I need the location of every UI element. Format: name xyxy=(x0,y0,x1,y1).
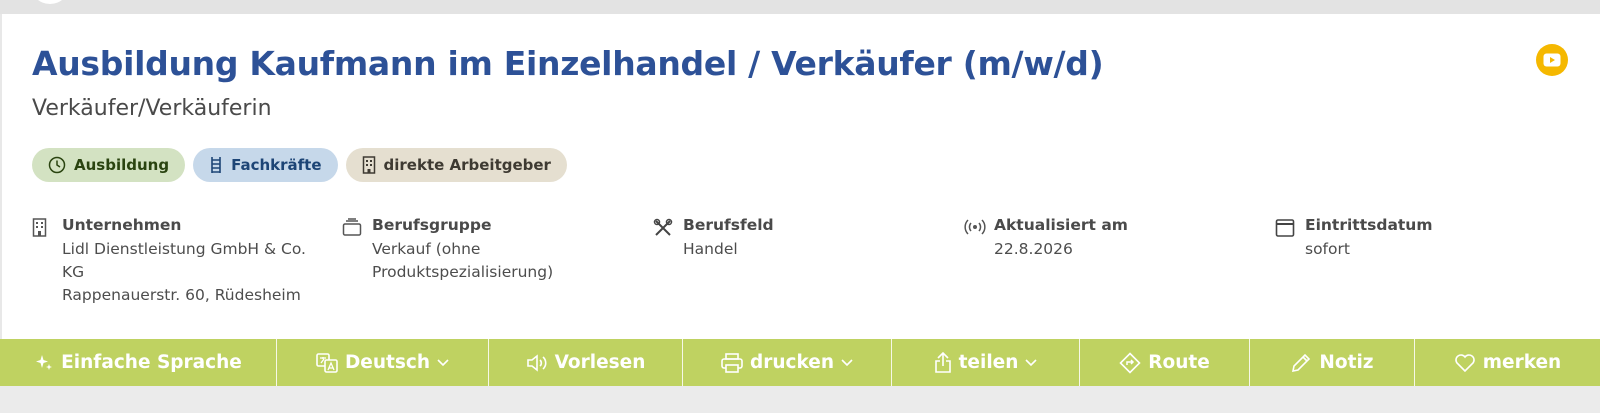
toolbar-label: teilen xyxy=(958,352,1019,373)
toolbar-label: Route xyxy=(1148,352,1210,373)
chevron-down-icon xyxy=(841,358,853,366)
language-dropdown[interactable]: Deutsch xyxy=(277,339,489,386)
print-dropdown[interactable]: drucken xyxy=(683,339,892,386)
chevron-down-icon xyxy=(437,358,449,366)
page-title: Ausbildung Kaufmann im Einzelhandel / Ve… xyxy=(32,44,1104,83)
building-icon xyxy=(32,218,47,237)
toolbar-label: Deutsch xyxy=(344,352,431,373)
note-button[interactable]: Notiz xyxy=(1250,339,1415,386)
heart-icon xyxy=(1454,353,1475,372)
info-label: Berufsfeld xyxy=(683,216,774,234)
toolbar-label: drucken xyxy=(749,352,835,373)
tag-label: direkte Arbeitgeber xyxy=(383,156,551,174)
back-circle[interactable] xyxy=(30,0,70,4)
toolbar-label: Einfache Sprache xyxy=(61,352,242,373)
company-name: Lidl Dienstleistung GmbH & Co. KG xyxy=(62,240,306,281)
company-address: Rappenauerstr. 60, Rüdesheim xyxy=(62,286,301,304)
building-icon xyxy=(362,156,375,174)
tag-ausbildung: Ausbildung xyxy=(32,148,186,182)
directions-icon xyxy=(1119,351,1141,374)
translate-icon xyxy=(316,352,338,373)
action-toolbar: Einfache Sprache Deutsch Vorlesen drucke… xyxy=(0,339,1600,386)
top-strip xyxy=(0,0,1600,14)
info-start: Eintrittsdatum sofort xyxy=(1275,216,1565,261)
ladder-icon xyxy=(211,157,221,173)
toolbar-label: merken xyxy=(1482,352,1562,373)
info-value: 22.8.2026 xyxy=(994,240,1073,258)
toolbar-label: Notiz xyxy=(1319,352,1374,373)
toolbar-label: Vorlesen xyxy=(554,352,646,373)
tools-icon xyxy=(653,218,673,236)
chevron-down-icon xyxy=(1025,358,1037,366)
info-updated: Aktualisiert am 22.8.2026 xyxy=(964,216,1254,261)
sparkle-icon xyxy=(36,354,53,370)
info-group: Berufsgruppe Verkauf (ohne Produktspezia… xyxy=(342,216,632,284)
info-value: Verkauf (ohne Produktspezialisierung) xyxy=(372,240,554,281)
route-button[interactable]: Route xyxy=(1080,339,1250,386)
printer-icon xyxy=(721,352,743,373)
info-label: Eintrittsdatum xyxy=(1305,216,1433,234)
speaker-icon xyxy=(526,353,547,372)
read-aloud-button[interactable]: Vorlesen xyxy=(489,339,683,386)
tag-label: Fachkräfte xyxy=(231,156,322,174)
tag-fachkraefte: Fachkräfte xyxy=(193,148,338,182)
share-icon xyxy=(934,351,951,373)
bottom-strip xyxy=(0,386,1600,413)
info-company: Unternehmen Lidl Dienstleistung GmbH & C… xyxy=(32,216,322,307)
video-button[interactable] xyxy=(1536,44,1568,76)
info-label: Berufsgruppe xyxy=(372,216,492,234)
briefcase-icon xyxy=(342,218,362,236)
pencil-icon xyxy=(1292,353,1311,372)
info-label: Unternehmen xyxy=(62,216,182,234)
tag-list: Ausbildung Fachkräfte direkte Arbeitgebe… xyxy=(32,148,567,182)
simple-language-button[interactable]: Einfache Sprache xyxy=(0,339,277,386)
tag-label: Ausbildung xyxy=(74,156,170,174)
broadcast-icon xyxy=(964,219,986,235)
info-field: Berufsfeld Handel xyxy=(653,216,943,261)
share-dropdown[interactable]: teilen xyxy=(892,339,1080,386)
play-icon xyxy=(1543,53,1561,67)
calendar-icon xyxy=(1275,219,1295,237)
save-button[interactable]: merken xyxy=(1415,339,1600,386)
clock-icon xyxy=(48,156,66,174)
info-value: sofort xyxy=(1305,240,1350,258)
job-subtitle: Verkäufer/Verkäuferin xyxy=(32,96,272,121)
info-label: Aktualisiert am xyxy=(994,216,1128,234)
info-value: Handel xyxy=(683,240,738,258)
tag-arbeitgeber: direkte Arbeitgeber xyxy=(345,148,567,182)
